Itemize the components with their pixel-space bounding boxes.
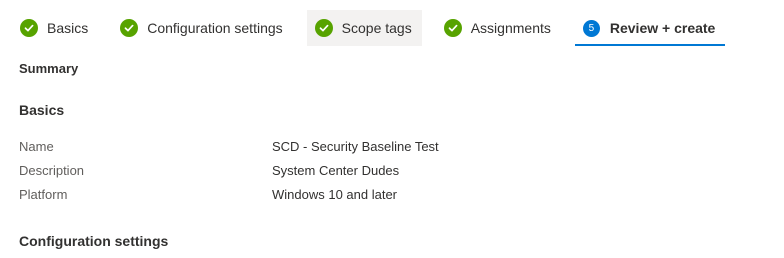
checkmark-circle-icon: [314, 19, 333, 37]
field-label: Description: [19, 163, 85, 178]
step-scope-tags[interactable]: Scope tags: [306, 10, 422, 46]
field-value: SCD - Security Baseline Test: [272, 139, 439, 154]
step-number-icon: 5: [582, 19, 600, 37]
step-label: Review + create: [609, 20, 716, 36]
step-review-create[interactable]: 5 Review + create: [574, 10, 726, 46]
checkmark-circle-icon: [20, 19, 38, 37]
step-assignments[interactable]: Assignments: [436, 10, 561, 46]
step-label: Assignments: [470, 20, 551, 36]
step-configuration-settings[interactable]: Configuration settings: [112, 10, 292, 46]
checkmark-circle-icon: [120, 19, 139, 37]
field-value: System Center Dudes: [272, 163, 400, 178]
summary-title: Summary: [19, 61, 79, 76]
step-basics[interactable]: Basics: [12, 10, 98, 46]
basics-heading: Basics: [19, 102, 65, 118]
step-label: Basics: [47, 20, 89, 36]
checkmark-circle-icon: [443, 19, 462, 37]
field-label: Platform: [19, 187, 68, 202]
field-value: Windows 10 and later: [272, 187, 398, 202]
step-label: Configuration settings: [147, 20, 283, 36]
configuration-settings-heading: Configuration settings: [19, 233, 169, 249]
step-label: Scope tags: [341, 20, 412, 36]
wizard-steps: Basics Configuration settings Scope tags…: [12, 10, 739, 46]
field-label: Name: [19, 139, 54, 154]
